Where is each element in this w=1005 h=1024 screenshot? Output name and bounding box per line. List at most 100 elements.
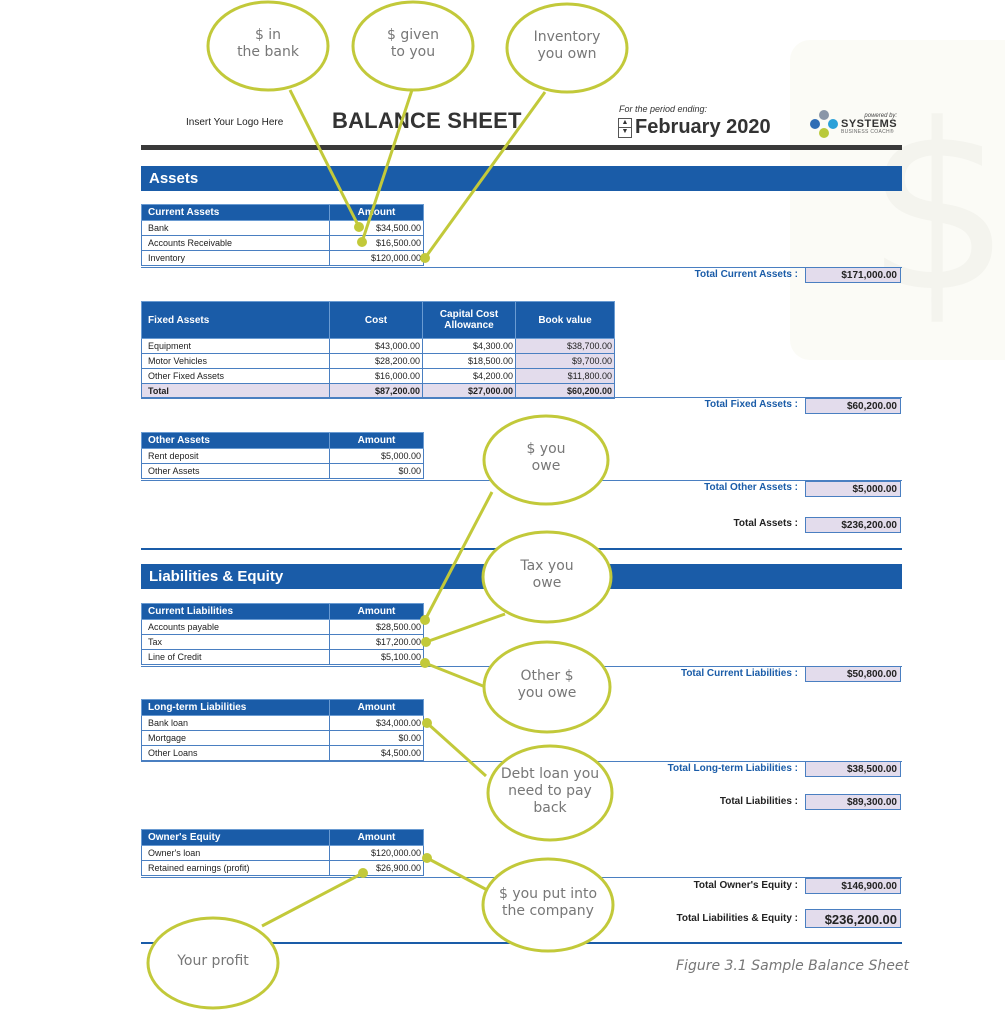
row-amount[interactable]: $120,000.00 [329, 250, 424, 266]
row-amount[interactable]: $16,500.00 [329, 235, 424, 251]
period-value[interactable]: February 2020 [635, 116, 771, 139]
total-longterm-liabilities-value: $38,500.00 [805, 761, 901, 777]
table-row: Tax $17,200.00 [141, 634, 424, 650]
table-row: Other Assets $0.00 [141, 463, 424, 479]
row-label: Tax [141, 634, 330, 650]
row-label: Bank loan [141, 715, 330, 731]
total-current-assets-value: $171,000.00 [805, 267, 901, 283]
fixed-assets-table: Fixed Assets Cost Capital Cost Allowance… [141, 301, 615, 399]
row-amount[interactable]: $120,000.00 [329, 845, 424, 861]
row-label: Rent deposit [141, 448, 330, 464]
table-row: Motor Vehicles $28,200.00 $18,500.00 $9,700… [141, 353, 615, 369]
row-label: Accounts payable [141, 619, 330, 635]
page-title: BALANCE SHEET [332, 108, 522, 133]
row-label: Retained earnings (profit) [141, 860, 330, 876]
row-label: Other Fixed Assets [141, 368, 330, 384]
column-header: Amount [329, 432, 424, 449]
callout-connector-line [423, 491, 494, 621]
callout-connector-line [261, 871, 364, 928]
section-separator [141, 480, 902, 481]
spinner-down-icon[interactable]: ▼ [619, 128, 631, 137]
row-cost[interactable]: $16,000.00 [329, 368, 423, 384]
logo-placeholder: Insert Your Logo Here [186, 117, 284, 128]
row-amount[interactable]: $0.00 [329, 463, 424, 479]
table-row: Mortgage $0.00 [141, 730, 424, 746]
row-label: Other Assets [141, 463, 330, 479]
callout-text-loan: Debt loan you need to pay back [500, 765, 600, 816]
column-header: Amount [329, 699, 424, 716]
table-row: Rent deposit $5,000.00 [141, 448, 424, 464]
row-amount[interactable]: $34,500.00 [329, 220, 424, 236]
callout-text-receivable: $ given to you [387, 27, 439, 60]
current-assets-table: Current Assets Amount Bank $34,500.00 Acc… [141, 204, 424, 266]
column-header: Amount [329, 829, 424, 846]
period-spinner[interactable]: ▲ ▼ [618, 117, 632, 138]
other-assets-table: Other Assets Amount Rent deposit $5,000.0… [141, 432, 424, 479]
total-other-assets-label: Total Other Assets : [704, 482, 798, 493]
column-header: Owner's Equity [141, 829, 330, 846]
row-label: Mortgage [141, 730, 330, 746]
callout-text-payable: $ you owe [526, 441, 566, 474]
row-label: Accounts Receivable [141, 235, 330, 251]
row-amount[interactable]: $28,500.00 [329, 619, 424, 635]
total-other-assets-value: $5,000.00 [805, 481, 901, 497]
row-amount[interactable]: $26,900.00 [329, 860, 424, 876]
table-row: Bank loan $34,000.00 [141, 715, 424, 731]
column-header: Amount [329, 603, 424, 620]
brand-logo: powered by: SYSTEMS BUSINESS COACH® [810, 110, 897, 138]
total-current-liabilities-value: $50,800.00 [805, 666, 901, 682]
row-amount[interactable]: $17,200.00 [329, 634, 424, 650]
callout-connector-line [426, 856, 490, 893]
callout-text-profit: Your profit [177, 952, 249, 969]
section-separator [141, 666, 902, 667]
section-separator [141, 267, 902, 268]
table-row: Owner's loan $120,000.00 [141, 845, 424, 861]
row-cost[interactable]: $28,200.00 [329, 353, 423, 369]
row-book-value: $9,700.00 [515, 353, 615, 369]
total-assets-label: Total Assets : [733, 518, 798, 529]
row-amount[interactable]: $34,000.00 [329, 715, 424, 731]
row-label: Equipment [141, 338, 330, 354]
table-row: Equipment $43,000.00 $4,300.00 $38,700.00 [141, 338, 615, 354]
row-amount[interactable]: $4,500.00 [329, 745, 424, 761]
brand-logo-icon [810, 110, 838, 138]
column-header: Capital Cost Allowance [422, 301, 516, 339]
row-book-value: $11,800.00 [515, 368, 615, 384]
callout-text-credit: Other $ you owe [517, 668, 577, 701]
section-separator [141, 548, 902, 550]
row-label: Line of Credit [141, 649, 330, 665]
total-liabilities-equity-value: $236,200.00 [805, 909, 901, 928]
column-header: Cost [329, 301, 423, 339]
row-cca[interactable]: $4,300.00 [422, 338, 516, 354]
row-cost[interactable]: $43,000.00 [329, 338, 423, 354]
row-label: Other Loans [141, 745, 330, 761]
row-cca[interactable]: $4,200.00 [422, 368, 516, 384]
table-row: Inventory $120,000.00 [141, 250, 424, 266]
period-selector[interactable]: ▲ ▼ February 2020 [618, 116, 771, 139]
total-current-assets-label: Total Current Assets : [694, 269, 798, 280]
callout-text-owner-loan: $ you put into the company [498, 886, 598, 919]
table-row: Bank $34,500.00 [141, 220, 424, 236]
row-amount[interactable]: $5,100.00 [329, 649, 424, 665]
row-label: Inventory [141, 250, 330, 266]
section-separator [141, 761, 902, 762]
longterm-liabilities-table: Long-term Liabilities Amount Bank loan $3… [141, 699, 424, 761]
spinner-up-icon[interactable]: ▲ [619, 119, 631, 128]
total-fixed-assets-label: Total Fixed Assets : [704, 399, 798, 410]
table-row: Line of Credit $5,100.00 [141, 649, 424, 665]
row-cca[interactable]: $18,500.00 [422, 353, 516, 369]
callout-connector-line [425, 612, 506, 644]
row-amount[interactable]: $5,000.00 [329, 448, 424, 464]
row-label: Motor Vehicles [141, 353, 330, 369]
total-assets-value: $236,200.00 [805, 517, 901, 533]
column-header: Amount [329, 204, 424, 221]
figure-caption: Figure 3.1 Sample Balance Sheet [676, 958, 909, 974]
column-header: Long-term Liabilities [141, 699, 330, 716]
row-amount[interactable]: $0.00 [329, 730, 424, 746]
period-label: For the period ending: [619, 104, 708, 114]
section-separator [141, 942, 902, 944]
header-rule [141, 145, 902, 150]
assets-section-header: Assets [141, 166, 902, 191]
column-header: Current Liabilities [141, 603, 330, 620]
table-row: Other Loans $4,500.00 [141, 745, 424, 761]
